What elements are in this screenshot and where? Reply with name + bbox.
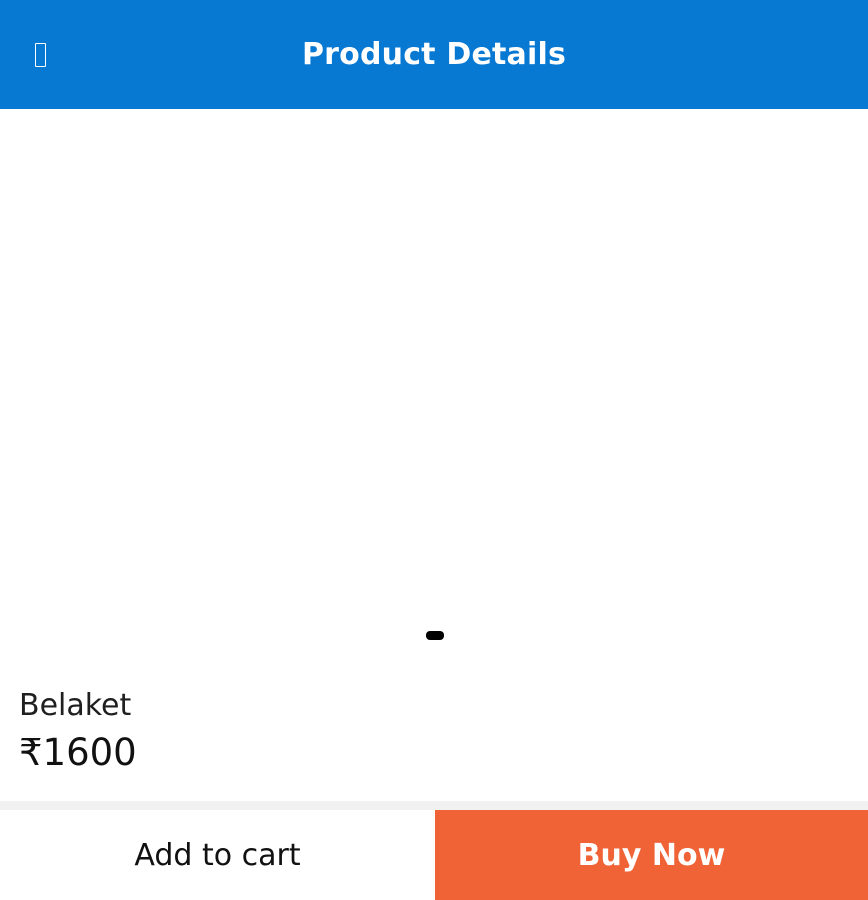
product-details-screen: Product Details Belaket ₹1600 Add to car… — [0, 0, 868, 900]
bottom-action-bar: Add to cart Buy Now — [0, 810, 868, 900]
page-title: Product Details — [301, 37, 567, 72]
add-to-cart-button[interactable]: Add to cart — [0, 810, 435, 900]
app-header: Product Details — [0, 0, 868, 109]
product-image-gallery[interactable] — [0, 109, 868, 669]
section-divider — [0, 801, 868, 810]
product-name: Belaket — [19, 688, 132, 723]
gallery-pagination-dot[interactable] — [426, 631, 444, 640]
buy-now-button[interactable]: Buy Now — [435, 810, 868, 900]
product-price: ₹1600 — [19, 731, 137, 774]
